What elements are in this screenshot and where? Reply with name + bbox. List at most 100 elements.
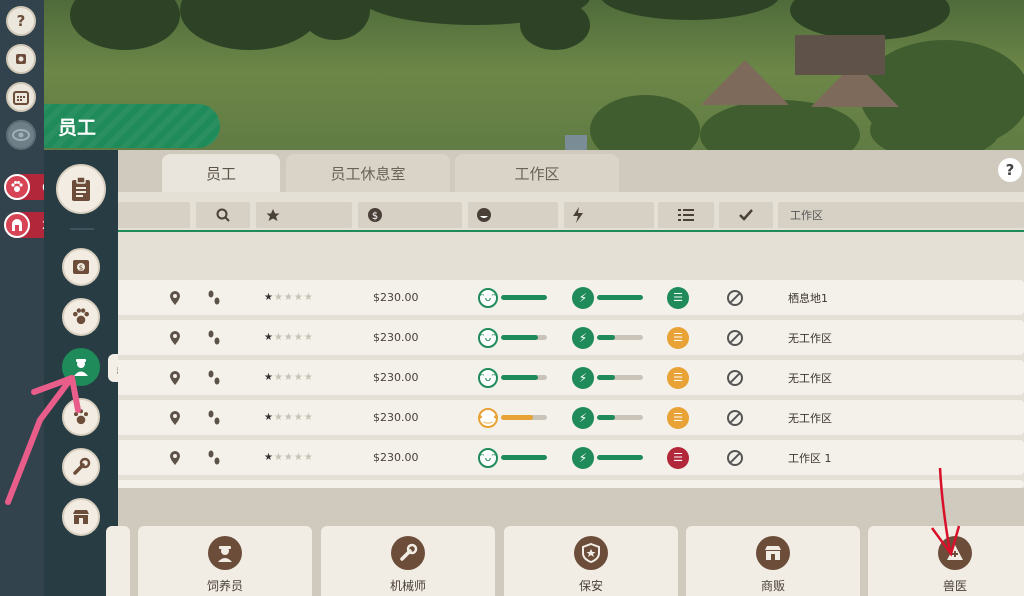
- happiness-bar: [501, 455, 547, 460]
- staff-rating: ★ ★★★★: [264, 292, 314, 303]
- energy-meter: ⚡: [572, 360, 643, 395]
- staff-work-zone[interactable]: 无工作区: [788, 360, 832, 395]
- hire-mechanic-button[interactable]: 机械师: [321, 526, 495, 596]
- task-list-button[interactable]: ☰: [667, 320, 689, 355]
- table-row-partial: [118, 480, 1024, 488]
- help-icon[interactable]: ?: [6, 6, 36, 36]
- table-row[interactable]: ★ ★★★★ $230.00 ᵔᴗᵔ ⚡ ☰ 栖息地1: [118, 280, 1024, 315]
- energy-meter: ⚡: [572, 280, 643, 315]
- staff-work-zone[interactable]: 无工作区: [788, 320, 832, 355]
- happiness-sort-icon[interactable]: [468, 202, 558, 228]
- task-list-button[interactable]: ☰: [667, 360, 689, 395]
- column-header-name[interactable]: [118, 202, 190, 228]
- hire-vet-button[interactable]: 兽医: [868, 526, 1024, 596]
- vet-icon: [938, 536, 972, 570]
- footsteps-icon[interactable]: [208, 280, 220, 315]
- status-check-icon[interactable]: [719, 202, 773, 228]
- clipboard-icon[interactable]: [56, 164, 106, 214]
- category-title: 员工: [44, 104, 220, 148]
- happiness-meter: ᵔᴗᵔ: [478, 360, 547, 395]
- hire-vendor-button[interactable]: 商贩: [686, 526, 860, 596]
- location-pin-icon[interactable]: [170, 440, 180, 475]
- energy-meter: ⚡: [572, 320, 643, 355]
- happy-face-icon: ᵔᴗᵔ: [478, 367, 498, 388]
- animal-care-icon[interactable]: [62, 398, 100, 436]
- staff-rating: ★ ★★★★: [264, 452, 314, 463]
- cancel-icon[interactable]: [727, 440, 743, 475]
- footsteps-icon[interactable]: [208, 440, 220, 475]
- energy-bar: [597, 455, 643, 460]
- staff-wage: $230.00: [373, 411, 419, 424]
- energy-meter: ⚡: [572, 440, 643, 475]
- staff-wage: $230.00: [373, 331, 419, 344]
- hire-keeper-button[interactable]: 饲养员: [138, 526, 312, 596]
- animals-paw-icon[interactable]: [62, 298, 100, 336]
- task-list-button[interactable]: ☰: [667, 440, 689, 475]
- happiness-meter: ᵔᴗᵔ: [478, 440, 547, 475]
- cancel-icon[interactable]: [727, 280, 743, 315]
- tab-staff-room[interactable]: 员工休息室: [286, 154, 450, 192]
- location-pin-icon[interactable]: [170, 360, 180, 395]
- footsteps-icon[interactable]: [208, 400, 220, 435]
- keeper-icon: [208, 536, 242, 570]
- left-rail: ? 6 2: [0, 0, 64, 596]
- happiness-bar: [501, 375, 547, 380]
- staff-icon[interactable]: [62, 348, 100, 386]
- footsteps-icon[interactable]: [208, 320, 220, 355]
- category-divider: [70, 228, 94, 230]
- tools-icon[interactable]: [62, 448, 100, 486]
- hire-card-partial[interactable]: [106, 526, 130, 596]
- column-header-zone[interactable]: 工作区: [778, 202, 1024, 228]
- list-icon: ☰: [667, 366, 689, 389]
- hire-bar: 饲养员 机械师 保安 商贩 兽医: [106, 488, 1024, 596]
- search-icon[interactable]: [196, 202, 250, 228]
- happiness-meter: •‿•: [477, 400, 547, 435]
- lightning-icon: ⚡: [572, 446, 594, 469]
- location-pin-icon[interactable]: [170, 280, 180, 315]
- location-pin-icon[interactable]: [170, 320, 180, 355]
- wage-sort-icon[interactable]: $: [358, 202, 462, 228]
- staff-work-zone[interactable]: 栖息地1: [788, 280, 828, 315]
- cancel-icon[interactable]: [727, 400, 743, 435]
- svg-text:$: $: [372, 211, 378, 222]
- shield-icon: [574, 536, 608, 570]
- lightning-icon: ⚡: [572, 326, 594, 349]
- footsteps-icon[interactable]: [208, 360, 220, 395]
- cancel-icon[interactable]: [727, 320, 743, 355]
- task-list-button[interactable]: ☰: [667, 280, 689, 315]
- hire-security-button[interactable]: 保安: [504, 526, 678, 596]
- staff-work-zone[interactable]: 工作区 1: [788, 440, 832, 475]
- panel-help-icon[interactable]: ?: [998, 158, 1022, 182]
- table-row[interactable]: ★ ★★★★ $230.00 •‿• ⚡ ☰ 无工作区: [118, 400, 1024, 435]
- shop-icon[interactable]: [62, 498, 100, 536]
- lightning-icon: ⚡: [572, 406, 594, 429]
- energy-sort-icon[interactable]: [564, 202, 654, 228]
- list-icon: ☰: [667, 406, 689, 429]
- tab-staff[interactable]: 员工: [162, 154, 280, 192]
- table-row[interactable]: ★ ★★★★ $230.00 ᵔᴗᵔ ⚡ ☰ 无工作区: [118, 320, 1024, 355]
- happy-face-icon: ᵔᴗᵔ: [478, 327, 498, 348]
- wrench-icon: [391, 536, 425, 570]
- list-icon: ☰: [667, 326, 689, 349]
- eye-icon[interactable]: [6, 120, 36, 150]
- finance-icon[interactable]: $: [62, 248, 100, 286]
- animal-profile-icon[interactable]: [6, 44, 36, 74]
- location-pin-icon[interactable]: [170, 400, 180, 435]
- energy-bar: [597, 295, 643, 300]
- staff-rating: ★ ★★★★: [264, 412, 314, 423]
- tab-work-zone[interactable]: 工作区: [455, 154, 619, 192]
- star-sort-icon[interactable]: [256, 202, 352, 228]
- task-list-sort-icon[interactable]: [658, 202, 714, 228]
- calendar-icon[interactable]: [6, 82, 36, 112]
- staff-wage: $230.00: [373, 291, 419, 304]
- task-list-button[interactable]: ☰: [667, 400, 689, 435]
- cancel-icon[interactable]: [727, 360, 743, 395]
- happy-face-icon: ᵔᴗᵔ: [478, 287, 498, 308]
- staff-work-zone[interactable]: 无工作区: [788, 400, 832, 435]
- happiness-bar: [501, 295, 547, 300]
- happiness-bar: [501, 415, 547, 420]
- table-row[interactable]: ★ ★★★★ $230.00 ᵔᴗᵔ ⚡ ☰ 无工作区: [118, 360, 1024, 395]
- staff-wage: $230.00: [373, 371, 419, 384]
- happiness-bar: [501, 335, 547, 340]
- table-row[interactable]: ★ ★★★★ $230.00 ᵔᴗᵔ ⚡ ☰ 工作区 1: [118, 440, 1024, 475]
